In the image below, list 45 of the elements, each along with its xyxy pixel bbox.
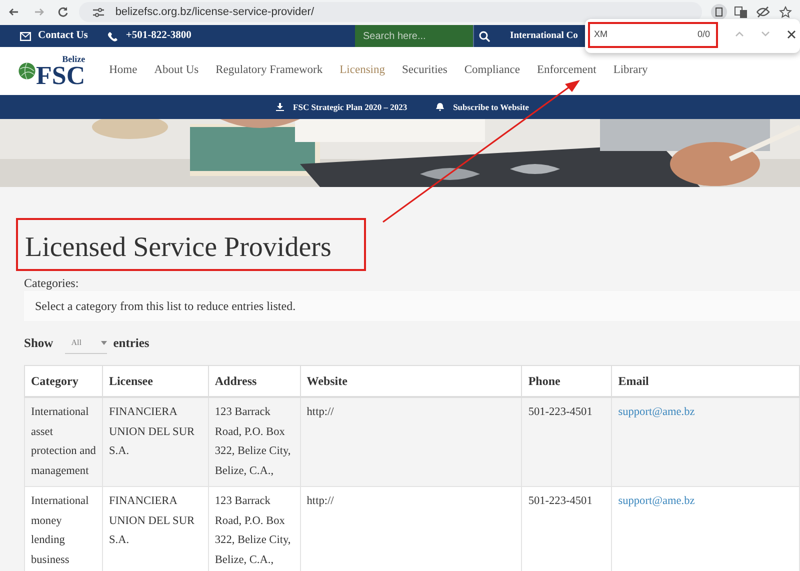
site-settings-icon[interactable]: [92, 8, 104, 16]
back-icon[interactable]: [8, 6, 20, 18]
nav-link[interactable]: Enforcement: [536, 62, 596, 80]
download-icon: [276, 103, 284, 111]
nav-link[interactable]: Subscribe to Website: [453, 100, 529, 114]
email-link[interactable]: support@ame.bz: [618, 406, 695, 418]
table-cell: 501-223-4501: [522, 397, 612, 487]
nav-link[interactable]: FSC Strategic Plan 2020 – 2023: [293, 100, 408, 114]
search-field[interactable]: Search here...: [355, 25, 473, 47]
table-cell: http://: [300, 397, 522, 487]
phone-number: +501-822-3800: [126, 29, 192, 44]
match-count: 0/0: [697, 28, 710, 42]
field-label: Categories:: [24, 275, 80, 292]
table-cell: International asset protection and management: [24, 397, 102, 487]
nav-link[interactable]: Securities: [402, 62, 448, 80]
entries-label: entries: [113, 335, 150, 352]
table-cell: International money lending business: [24, 486, 102, 571]
caret-icon: [101, 340, 108, 345]
logo-text: Belize: [61, 54, 86, 64]
nav-link[interactable]: About Us: [154, 62, 199, 80]
find-field[interactable]: XM 0/0: [588, 22, 718, 48]
contact-link[interactable]: Contact Us: [38, 28, 88, 44]
logo-text: FSC: [36, 64, 86, 88]
category-select[interactable]: Select a category from this list to reduce entries listed.: [24, 291, 800, 322]
search-icon: [479, 30, 490, 42]
bell-icon: [436, 103, 444, 111]
mail-icon: [20, 32, 30, 40]
eye-slash-icon[interactable]: [756, 6, 770, 18]
star-icon[interactable]: [778, 6, 792, 18]
entries-select[interactable]: All: [65, 332, 108, 354]
close-icon[interactable]: [786, 30, 796, 38]
page-title: Licensed Service Providers: [25, 233, 332, 262]
nav-link[interactable]: International Co: [510, 28, 578, 44]
table-cell: 123 Barrack Road, P.O. Box 322, Belize City, Belize, C.A.,: [208, 397, 300, 487]
reload-icon[interactable]: [57, 6, 70, 18]
nav-link[interactable]: Compliance: [464, 62, 520, 80]
email-link[interactable]: support@ame.bz: [618, 495, 695, 508]
translate-icon[interactable]: [734, 6, 748, 18]
show-label: Show: [24, 335, 54, 352]
nav-link[interactable]: Library: [613, 62, 648, 80]
page-icon[interactable]: [711, 4, 727, 20]
phone-icon: [108, 30, 118, 42]
nav-link[interactable]: Regulatory Framework: [216, 62, 323, 80]
nav-link[interactable]: Home: [109, 62, 138, 80]
table-cell: FINANCIERA UNION DEL SUR S.A.: [102, 397, 208, 487]
